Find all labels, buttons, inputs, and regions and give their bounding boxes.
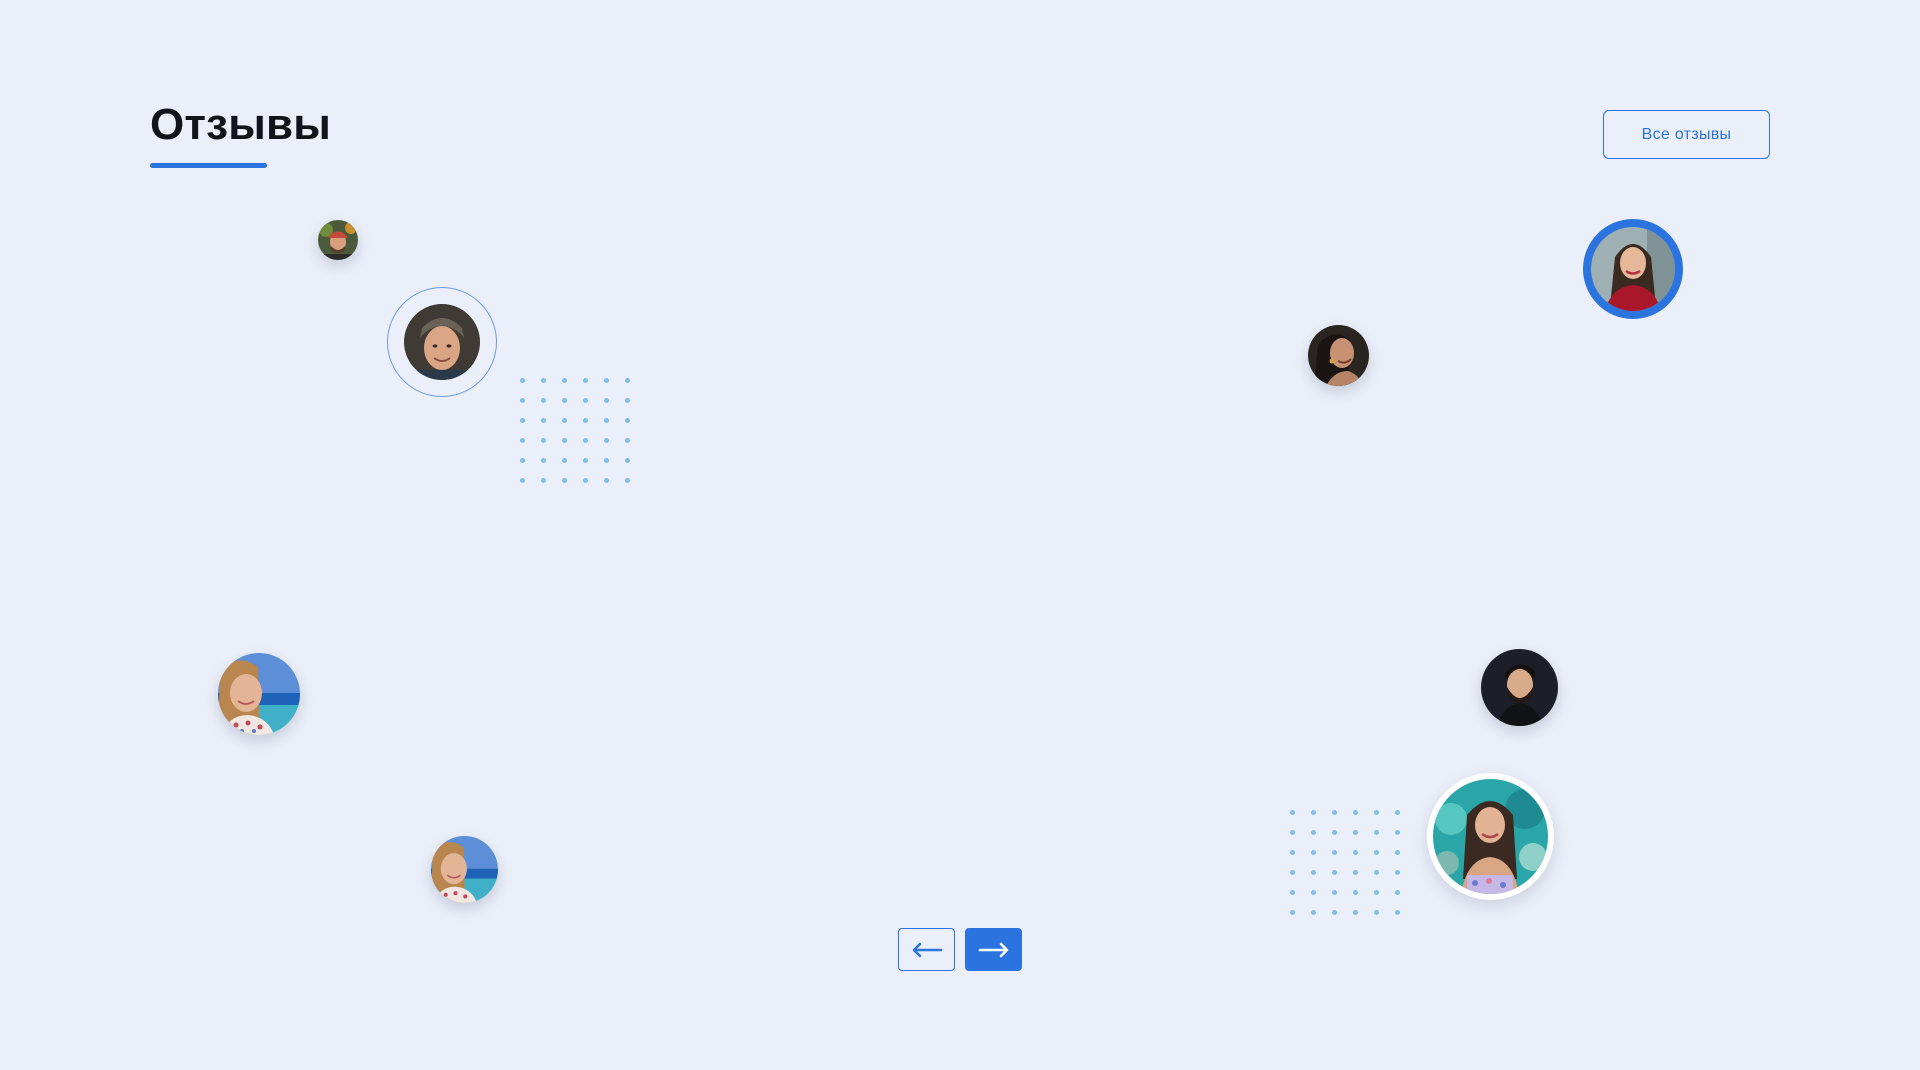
avatar-woman-seaside-large[interactable] <box>218 653 300 735</box>
dot-pattern-top <box>520 378 630 483</box>
avatar-man-beanie[interactable] <box>404 304 480 380</box>
all-reviews-button[interactable]: Все отзывы <box>1603 110 1770 159</box>
carousel-prev-button[interactable] <box>898 928 955 971</box>
dot-pattern-bottom <box>1290 810 1400 915</box>
arrow-right-icon <box>978 942 1008 957</box>
avatar-woman-red-top[interactable] <box>1591 227 1675 311</box>
carousel-next-button[interactable] <box>965 928 1022 971</box>
avatar-woman-teal-background[interactable] <box>1433 779 1548 894</box>
arrow-left-icon <box>912 942 942 957</box>
avatar-man-beard[interactable] <box>1481 649 1558 726</box>
reviews-section: Отзывы Все отзывы <box>0 0 1920 1070</box>
section-title: Отзывы <box>150 100 332 149</box>
avatar-woman-seaside-small[interactable] <box>431 836 498 903</box>
avatar-woman-profile[interactable] <box>1308 325 1369 386</box>
title-underline <box>150 163 267 168</box>
avatar-man-cap[interactable] <box>318 220 358 260</box>
